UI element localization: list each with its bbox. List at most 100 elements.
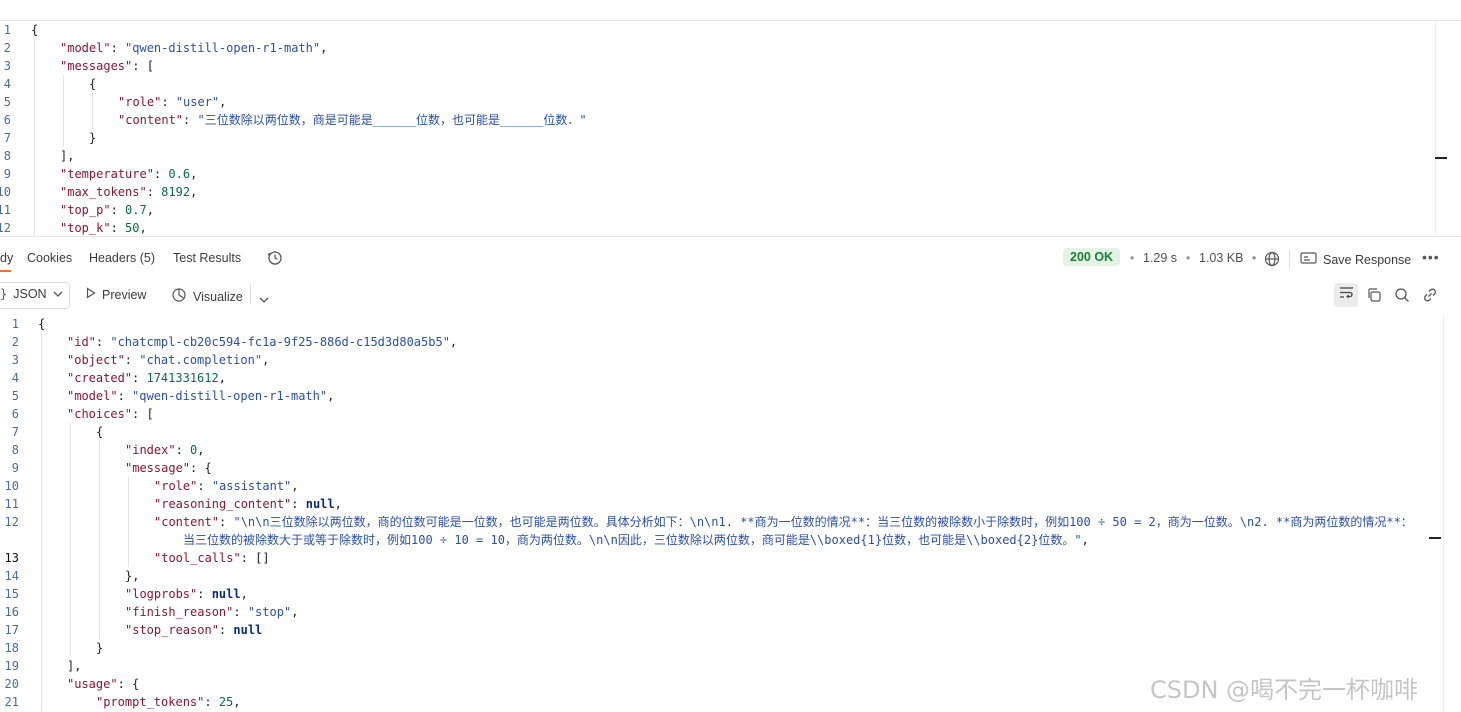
code-text: "index": 0,: [125, 441, 205, 459]
response-body-viewer[interactable]: 1{2 "id": "chatcmpl-cb20c594-fc1a-9f25-88…: [0, 314, 1443, 712]
json-punct: : []: [240, 551, 270, 565]
json-punct: :: [183, 113, 198, 127]
code-line: 11 "reasoning_content": null,: [0, 495, 1425, 513]
response-scrollbar-track[interactable]: [1443, 316, 1444, 712]
indent-guide: [34, 39, 35, 236]
json-value: "chatcmpl-cb20c594-fc1a-9f25-886d-c15d3d…: [110, 335, 450, 349]
json-punct: ,: [139, 221, 147, 235]
json-value: 0.7: [125, 203, 147, 217]
line-number: 7: [11, 425, 19, 439]
link-icon[interactable]: [1422, 287, 1438, 308]
code-line: 3 "object": "chat.completion",: [0, 351, 1425, 369]
response-scroll-thumb[interactable]: [1429, 537, 1441, 539]
separator-dot: •: [1130, 251, 1135, 265]
json-punct: :: [161, 95, 176, 109]
indent-guide: [70, 423, 71, 657]
toolbar-divider: [1289, 250, 1290, 268]
code-text: "id": "chatcmpl-cb20c594-fc1a-9f25-886d-…: [67, 333, 457, 351]
code-text: {: [31, 21, 38, 39]
visualize-chevron-icon[interactable]: [259, 291, 269, 309]
code-text: "model": "qwen-distill-open-r1-math",: [67, 387, 334, 405]
line-number: 20: [4, 677, 19, 691]
preview-button[interactable]: Preview: [86, 287, 146, 302]
line-number: 21: [4, 695, 19, 709]
json-key: "object": [67, 353, 125, 367]
json-value: "stop": [247, 605, 292, 619]
code-text: "role": "user",: [118, 93, 226, 111]
json-punct: ,: [320, 41, 328, 55]
json-punct: :: [132, 371, 147, 385]
code-line: 9 "temperature": 0.6,: [0, 165, 1430, 183]
indent-guide: [128, 477, 129, 567]
line-number: 8: [3, 149, 11, 163]
code-line: 6 "content": "三位数除以两位数，商是可能是______位数，也可能是…: [0, 111, 1430, 129]
tab-headers[interactable]: Headers (5): [89, 251, 155, 265]
line-number: 9: [3, 167, 11, 181]
code-line: 14},: [0, 567, 1425, 585]
code-line: 2 "id": "chatcmpl-cb20c594-fc1a-9f25-886d…: [0, 333, 1425, 351]
code-line: 当三位数的被除数大于或等于除数时，例如100 ÷ 10 = 10，商为两位数。\…: [0, 531, 1425, 549]
tab-cookies[interactable]: Cookies: [27, 251, 72, 265]
response-time[interactable]: 1.29 s: [1143, 251, 1177, 265]
json-punct: ,: [291, 605, 299, 619]
request-scroll-thumb[interactable]: [1435, 157, 1447, 159]
json-punct: :: [153, 167, 169, 181]
json-punct: }: [89, 131, 97, 145]
visualize-button[interactable]: Visualize: [171, 287, 243, 306]
json-punct: {: [38, 317, 46, 331]
json-value: 8192: [161, 185, 191, 199]
line-number: 12: [0, 221, 11, 235]
code-line: 10 "max_tokens": 8192,: [0, 183, 1430, 201]
history-icon[interactable]: [267, 250, 283, 271]
line-number: 17: [4, 623, 19, 637]
code-line: 5 "model": "qwen-distill-open-r1-math",: [0, 387, 1425, 405]
wrap-lines-icon: [1339, 286, 1354, 304]
globe-icon[interactable]: [1264, 251, 1280, 272]
json-key: "created": [67, 371, 133, 385]
request-body-editor[interactable]: 1{2 "model": "qwen-distill-open-r1-math",…: [0, 20, 1450, 236]
code-line: 1{: [0, 21, 1430, 39]
json-punct: ,: [262, 353, 270, 367]
request-scrollbar-track[interactable]: [1435, 22, 1436, 234]
json-value: 当三位数的被除数大于或等于除数时，例如100 ÷ 10 = 10，商为两位数。\…: [183, 533, 1082, 547]
json-key: "stop_reason": [125, 623, 219, 637]
tab-body[interactable]: dy: [0, 251, 13, 265]
line-number: 6: [3, 113, 11, 127]
code-text: "model": "qwen-distill-open-r1-math",: [60, 39, 327, 57]
json-punct: :: [197, 587, 212, 601]
save-response-button[interactable]: Save Response: [1300, 251, 1411, 268]
code-text: "tool_calls": []: [154, 549, 270, 567]
json-key: "finish_reason": [125, 605, 234, 619]
json-punct: :: [175, 443, 191, 457]
json-key: "message": [125, 461, 191, 475]
code-text: "created": 1741331612,: [67, 369, 226, 387]
more-options-icon[interactable]: •••: [1422, 249, 1440, 265]
code-text: "role": "assistant",: [154, 477, 299, 495]
code-line: 3 "messages": [: [0, 57, 1430, 75]
json-punct: : [: [132, 407, 154, 421]
json-punct: : [: [132, 59, 154, 73]
status-badge[interactable]: 200 OK: [1063, 248, 1121, 266]
line-number: 6: [11, 407, 19, 421]
line-number: 2: [11, 335, 19, 349]
line-number: 10: [4, 479, 19, 493]
line-number: 1: [3, 23, 11, 37]
line-number: 7: [3, 131, 11, 145]
response-size[interactable]: 1.03 KB: [1199, 251, 1243, 265]
json-punct: ,: [449, 335, 458, 349]
json-punct: },: [125, 569, 140, 583]
code-text: "logprobs": null,: [125, 585, 248, 603]
json-key: "max_tokens": [60, 185, 147, 199]
search-icon[interactable]: [1394, 287, 1410, 308]
tab-test-results[interactable]: Test Results: [173, 251, 241, 265]
line-number: 8: [11, 443, 19, 457]
wrap-lines-button[interactable]: [1334, 283, 1358, 307]
copy-icon[interactable]: [1366, 287, 1382, 308]
json-punct: ,: [291, 479, 299, 493]
json-punct: ,: [233, 695, 241, 709]
json-punct: ,: [190, 185, 198, 199]
json-punct: :: [110, 221, 126, 235]
code-line: 17 "stop_reason": null: [0, 621, 1425, 639]
editor-top-border: [0, 20, 1461, 21]
code-line: 7{: [0, 423, 1425, 441]
